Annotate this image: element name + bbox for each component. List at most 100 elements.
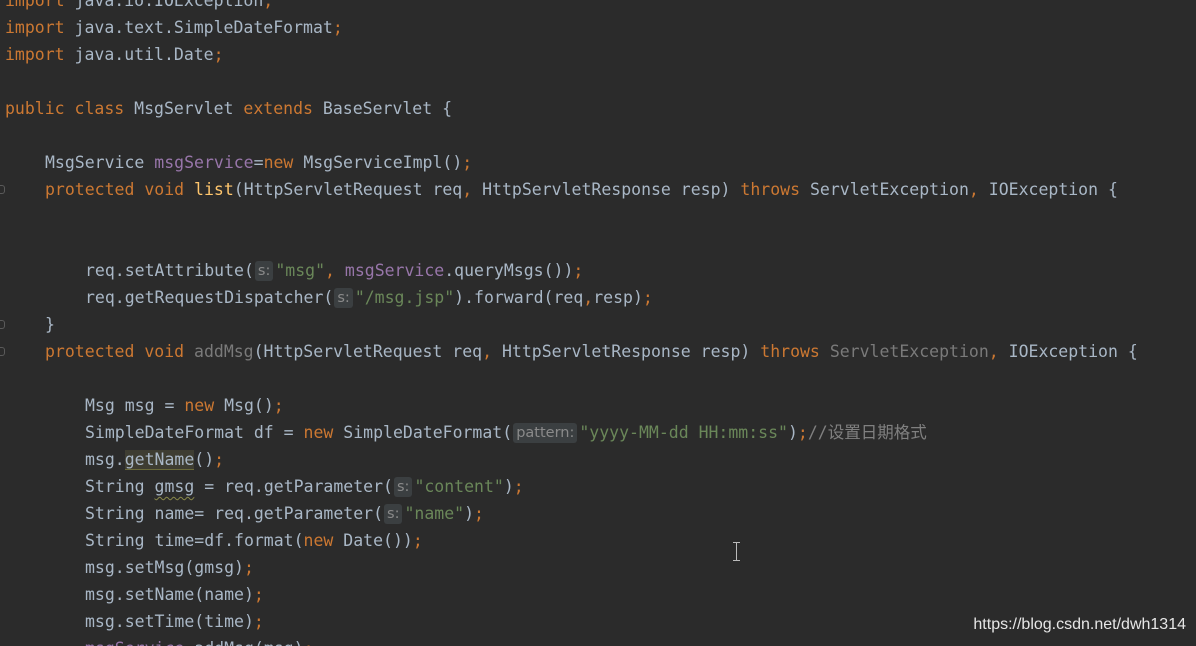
parameter-hint: s: xyxy=(384,504,403,524)
code-token: MsgService xyxy=(45,153,155,172)
fold-marker-icon[interactable] xyxy=(0,320,5,329)
code-token: msgService xyxy=(85,639,184,646)
code-token: gmsg xyxy=(154,477,195,496)
code-token: "msg" xyxy=(275,261,326,280)
code-token: , xyxy=(988,342,1009,361)
code-token: new xyxy=(303,423,344,442)
code-line[interactable]: import java.io.IOException; xyxy=(5,0,273,14)
code-token: ; xyxy=(412,531,423,550)
code-token: IOException { xyxy=(1008,342,1138,361)
code-token: msg.setTime(time) xyxy=(85,612,254,631)
code-token: String name= req.getParameter( xyxy=(85,504,384,523)
code-line[interactable]: req.setAttribute(s: "msg", msgService.que… xyxy=(85,257,583,284)
code-line[interactable]: msg.setTime(time); xyxy=(85,608,264,635)
code-line[interactable]: msgService.addMsg(msg); xyxy=(85,635,314,646)
code-token: SimpleDateFormat df = xyxy=(85,423,304,442)
code-token: } xyxy=(45,315,55,334)
code-token: import xyxy=(5,18,75,37)
code-token: ).forward(req xyxy=(454,288,584,307)
code-token: throws xyxy=(740,180,810,199)
code-token: throws xyxy=(760,342,830,361)
code-token: msg.setMsg(gmsg) xyxy=(85,558,244,577)
code-token: .queryMsgs()) xyxy=(444,261,574,280)
code-token: ServletException xyxy=(809,180,969,199)
code-line[interactable]: protected void addMsg(HttpServletRequest… xyxy=(45,338,1138,365)
code-token: HttpServletResponse resp) xyxy=(482,180,741,199)
code-token: ; xyxy=(797,423,808,442)
code-line[interactable]: String time=df.format(new Date()); xyxy=(85,527,423,554)
code-token: "/msg.jsp" xyxy=(354,288,455,307)
code-token: new xyxy=(263,153,304,172)
code-line[interactable]: public class MsgServlet extends BaseServ… xyxy=(5,95,452,122)
code-editor[interactable]: import java.io.IOException; import java.t… xyxy=(0,0,1196,646)
code-token: SimpleDateFormat( xyxy=(343,423,513,442)
code-token: ; xyxy=(263,0,274,10)
code-token: ; xyxy=(214,450,225,469)
code-token: msgService xyxy=(154,153,254,172)
code-token: import xyxy=(5,0,75,10)
code-token: String xyxy=(85,477,155,496)
code-token: ; xyxy=(642,288,653,307)
code-token: MsgServiceImpl() xyxy=(303,153,463,172)
code-token: ; xyxy=(304,639,314,646)
code-line[interactable]: msg.getName(); xyxy=(85,446,224,473)
code-token: ) xyxy=(464,504,475,523)
code-token: ; xyxy=(253,612,264,631)
code-token: ServletException xyxy=(829,342,989,361)
code-token: Msg msg = xyxy=(85,396,185,415)
code-token: (HttpServletRequest req xyxy=(253,342,483,361)
code-token: , xyxy=(482,342,502,361)
code-token: addMsg xyxy=(194,342,254,361)
parameter-hint: s: xyxy=(393,477,413,497)
code-token: (HttpServletRequest req xyxy=(233,180,463,199)
fold-marker-icon[interactable] xyxy=(0,347,5,356)
code-line[interactable]: SimpleDateFormat df = new SimpleDateForm… xyxy=(85,419,927,446)
fold-marker-icon[interactable] xyxy=(0,185,5,194)
code-token: msg. xyxy=(85,450,125,469)
code-token: ; xyxy=(332,18,343,37)
code-line[interactable]: msg.setMsg(gmsg); xyxy=(85,554,254,581)
code-line[interactable]: protected void list(HttpServletRequest r… xyxy=(45,176,1118,203)
code-token: Msg() xyxy=(224,396,274,415)
code-token: import xyxy=(5,45,75,64)
code-token: "content" xyxy=(414,477,504,496)
code-token: , xyxy=(325,261,345,280)
code-token: list xyxy=(194,180,234,199)
parameter-hint: s: xyxy=(334,288,353,308)
parameter-hint: pattern: xyxy=(513,423,578,443)
code-line[interactable]: msg.setName(name); xyxy=(85,581,264,608)
code-token: , xyxy=(462,180,483,199)
code-line[interactable]: } xyxy=(45,311,55,338)
code-token: Date()) xyxy=(343,531,413,550)
code-token: IOException { xyxy=(988,180,1118,199)
code-token: //设置日期格式 xyxy=(807,423,927,442)
code-token: new xyxy=(184,396,225,415)
code-token: ; xyxy=(253,585,264,604)
code-token: BaseServlet { xyxy=(322,99,453,118)
code-token: , xyxy=(968,180,989,199)
code-token: .addMsg(msg) xyxy=(184,639,303,646)
code-token: new xyxy=(303,531,344,550)
code-token: req.getRequestDispatcher( xyxy=(85,288,334,307)
watermark-url: https://blog.csdn.net/dwh1314 xyxy=(973,616,1186,633)
code-token: msg.setName(name) xyxy=(85,585,254,604)
code-token: getName xyxy=(124,450,195,470)
code-token: ) xyxy=(503,477,514,496)
code-line[interactable]: Msg msg = new Msg(); xyxy=(85,392,284,419)
code-line[interactable]: MsgService msgService=new MsgServiceImpl… xyxy=(45,149,472,176)
code-token: String time=df.format( xyxy=(85,531,304,550)
code-line[interactable]: req.getRequestDispatcher(s: "/msg.jsp").f… xyxy=(85,284,653,311)
code-line[interactable]: String gmsg = req.getParameter(s: "conten… xyxy=(85,473,524,500)
code-token: "name" xyxy=(404,504,465,523)
code-token: "yyyy-MM-dd HH:mm:ss" xyxy=(579,423,788,442)
code-token: protected void xyxy=(45,342,195,361)
code-token: protected void xyxy=(45,180,195,199)
code-token: = req.getParameter( xyxy=(194,477,393,496)
code-token: () xyxy=(194,450,215,469)
code-line[interactable]: String name= req.getParameter(s: "name"); xyxy=(85,500,484,527)
parameter-hint: s: xyxy=(254,261,274,281)
code-token: , xyxy=(583,288,594,307)
code-token: ; xyxy=(243,558,254,577)
code-line[interactable]: import java.text.SimpleDateFormat; xyxy=(5,14,343,41)
code-line[interactable]: import java.util.Date; xyxy=(5,41,224,68)
